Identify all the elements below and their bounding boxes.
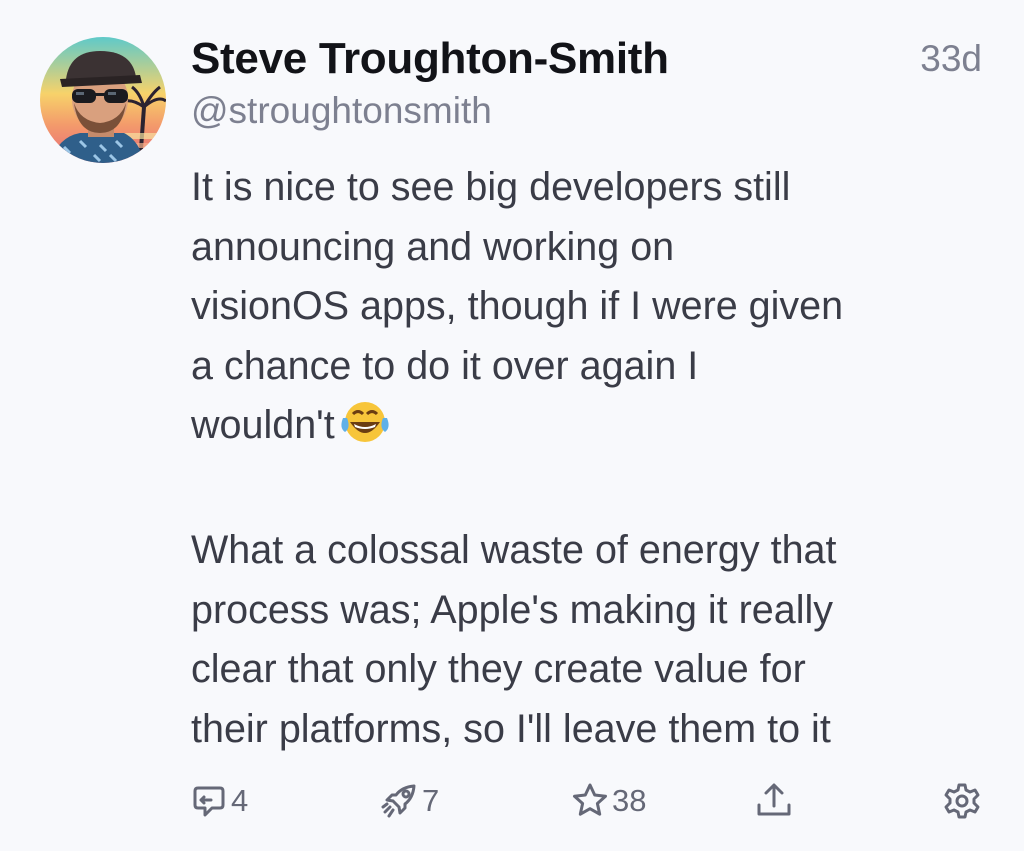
post-action-bar: 4 7 38 <box>0 775 1024 827</box>
post-content: It is nice to see big developers still a… <box>191 158 991 759</box>
reply-count: 4 <box>231 783 249 818</box>
avatar[interactable] <box>40 37 166 163</box>
star-icon <box>568 779 612 823</box>
reply-icon <box>187 779 231 823</box>
post-paragraph: It is nice to see big developers still a… <box>191 158 991 462</box>
favourite-count: 38 <box>612 783 647 818</box>
share-icon <box>752 779 796 823</box>
more-options-button[interactable] <box>940 775 984 827</box>
boost-icon <box>378 779 422 823</box>
boost-count: 7 <box>422 783 440 818</box>
post-card[interactable]: Steve Troughton-Smith @stroughtonsmith 3… <box>0 0 1024 851</box>
author-handle[interactable]: @stroughtonsmith <box>191 90 492 132</box>
avatar-image <box>40 37 166 163</box>
favourite-button[interactable]: 38 <box>568 775 646 827</box>
share-button[interactable] <box>752 775 796 827</box>
post-timestamp[interactable]: 33d <box>920 38 982 80</box>
gear-icon <box>940 779 984 823</box>
post-paragraph-text: It is nice to see big developers still a… <box>191 165 844 447</box>
author-display-name[interactable]: Steve Troughton-Smith <box>191 34 669 84</box>
boost-button[interactable]: 7 <box>378 775 439 827</box>
tears-of-joy-emoji-icon <box>339 400 391 462</box>
reply-button[interactable]: 4 <box>187 775 248 827</box>
post-paragraph: What a colossal waste of energy that pro… <box>191 528 837 751</box>
